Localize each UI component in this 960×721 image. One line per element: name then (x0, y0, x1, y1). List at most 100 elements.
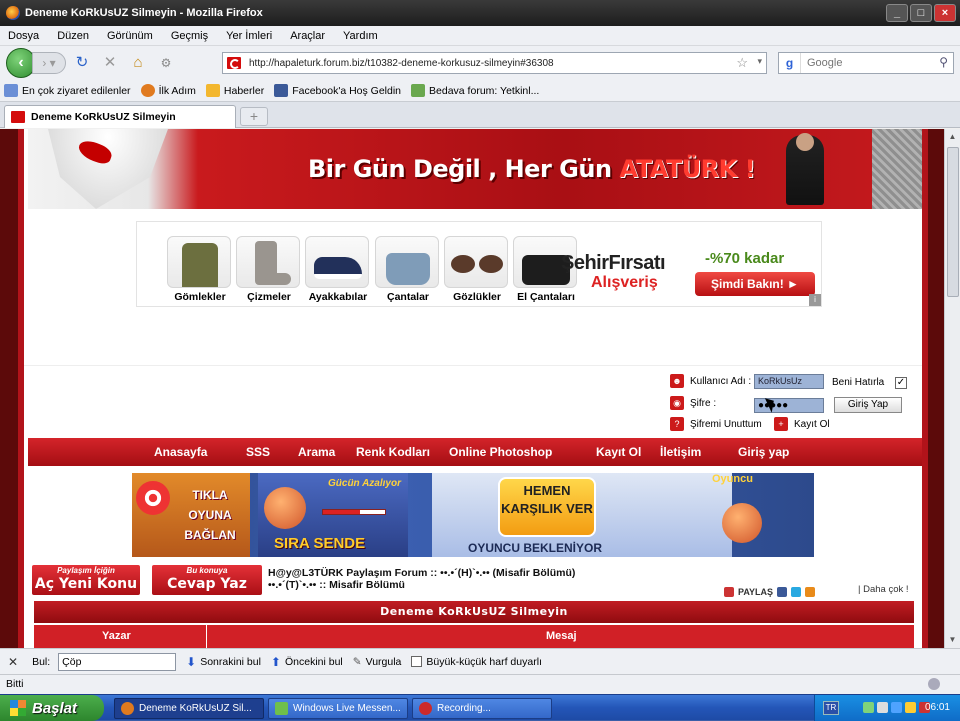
nav-search[interactable]: Arama (298, 445, 335, 459)
scrollbar-thumb[interactable] (947, 147, 959, 297)
scroll-up-icon[interactable]: ▲ (945, 129, 960, 145)
match-case-checkbox[interactable] (411, 656, 423, 667)
menu-help[interactable]: Yardım (343, 30, 378, 42)
tab-active[interactable]: Deneme KoRkUsUZ Silmeyin (4, 105, 236, 128)
minimize-button[interactable]: _ (886, 4, 908, 22)
find-input[interactable] (58, 652, 177, 671)
taskbar-messenger[interactable]: Windows Live Messen... (268, 698, 408, 719)
username-input[interactable]: KoRkUsUz (754, 374, 824, 389)
page-viewport: Bir Gün Değil , Her Gün ATATÜRK ! Gömlek… (0, 129, 944, 648)
game-ad-banner[interactable]: TIKLA OYUNA BAĞLAN Gücün Azalıyor SIRA S… (132, 473, 814, 557)
record-icon (419, 702, 432, 715)
menu-history[interactable]: Geçmiş (171, 30, 208, 42)
forgot-password-link[interactable]: Şifremi Unuttum (690, 419, 762, 430)
shopping-ad[interactable]: Gömlekler Çizmeler Ayakkabılar Çantalar … (136, 221, 822, 307)
nav-contact[interactable]: İletişim (660, 445, 701, 459)
stop-icon[interactable]: ✕ (98, 52, 122, 74)
menu-file[interactable]: Dosya (8, 30, 39, 42)
ad-cta-button[interactable]: Şimdi Bakın! ► (695, 272, 815, 296)
login-submit-button[interactable]: Giriş Yap (834, 397, 902, 413)
ad-info-icon[interactable]: i (809, 294, 821, 306)
nav-login[interactable]: Giriş yap (738, 445, 789, 459)
breadcrumb-forum[interactable]: H@y@L3TÜRK Paylaşım Forum :: ••.•´(H)`•.… (268, 567, 575, 579)
addon-icon[interactable]: ⚙ (154, 52, 178, 74)
share-icon (724, 587, 734, 597)
nav-color-codes[interactable]: Renk Kodları (356, 445, 430, 459)
vertical-scrollbar[interactable]: ▲ ▼ (944, 129, 960, 648)
share-button[interactable]: PAYLAŞ (724, 587, 816, 597)
game-ad-left-panel: TIKLA OYUNA BAĞLAN (132, 473, 250, 557)
reload-icon[interactable]: ↻ (70, 52, 94, 74)
bookmark-free-forum[interactable]: Bedava forum: Yetkinl... (411, 84, 539, 97)
messenger-tray-icon[interactable] (891, 702, 902, 713)
ad-item-glasses[interactable]: Gözlükler (444, 236, 510, 303)
register-icon: + (774, 417, 788, 431)
search-input[interactable] (801, 57, 921, 69)
header-banner: Bir Gün Değil , Her Gün ATATÜRK ! (28, 129, 922, 209)
site-favicon-icon (227, 57, 241, 69)
taskbar-recording[interactable]: Recording... (412, 698, 552, 719)
bookmark-most-visited[interactable]: En çok ziyaret edilenler (4, 84, 131, 97)
reply-button[interactable]: Bu konuya Cevap Yaz (152, 565, 262, 595)
menu-edit[interactable]: Düzen (57, 30, 89, 42)
url-text[interactable]: http://hapaleturk.forum.biz/t10382-denem… (249, 58, 554, 69)
tab-title: Deneme KoRkUsUZ Silmeyin (31, 111, 176, 123)
close-button[interactable]: × (934, 4, 956, 22)
network-icon[interactable] (863, 702, 874, 713)
highlight-button[interactable]: ✎ Vurgula (353, 656, 402, 668)
ad-item-bags[interactable]: Çantalar (375, 236, 441, 303)
menu-tools[interactable]: Araçlar (290, 30, 325, 42)
menu-view[interactable]: Görünüm (107, 30, 153, 42)
search-icon[interactable]: ⚲ (939, 55, 948, 69)
home-icon[interactable]: ⌂ (126, 52, 150, 74)
password-input[interactable]: ●●●●● (754, 398, 824, 413)
twitter-icon[interactable] (791, 587, 802, 597)
more-share-icon[interactable] (805, 587, 816, 597)
user-icon: ☻ (670, 374, 684, 388)
google-icon[interactable]: g (779, 53, 801, 73)
find-prev-button[interactable]: ⬆ Öncekini bul (271, 655, 343, 669)
url-dropdown-icon[interactable]: ▾ (757, 56, 762, 67)
facebook-icon (274, 84, 289, 97)
forward-button[interactable]: › ▾ (32, 52, 66, 74)
ad-item-shirts[interactable]: Gömlekler (167, 236, 233, 303)
status-bar: Bitti (0, 674, 960, 694)
bookmark-news[interactable]: Haberler (205, 84, 264, 97)
nav-faq[interactable]: SSS (246, 445, 270, 459)
scroll-down-icon[interactable]: ▼ (945, 632, 960, 648)
ad-item-boots[interactable]: Çizmeler (236, 236, 302, 303)
new-tab-button[interactable]: + (240, 107, 268, 126)
arrow-up-icon: ⬆ (270, 654, 281, 669)
menu-bookmarks[interactable]: Yer İmleri (226, 30, 272, 42)
maximize-button[interactable]: □ (910, 4, 932, 22)
close-find-icon[interactable]: ✕ (8, 655, 18, 669)
ad-item-shoes[interactable]: Ayakkabılar (305, 236, 371, 303)
volume-icon[interactable] (877, 702, 888, 713)
nav-register[interactable]: Kayıt Ol (596, 445, 641, 459)
security-icon[interactable] (905, 702, 916, 713)
bookmark-facebook[interactable]: Facebook'a Hoş Geldin (274, 84, 401, 97)
navigation-toolbar: ‹ › ▾ ↻ ✕ ⌂ ⚙ http://hapaleturk.forum.bi… (0, 46, 960, 80)
firefox-icon (6, 6, 20, 20)
breadcrumb-section[interactable]: ••.•´(T)`•.•• :: Misafir Bölümü (268, 579, 575, 591)
more-link[interactable]: | Daha çok ! (858, 584, 909, 595)
remember-checkbox[interactable]: ✓ (895, 377, 907, 389)
start-button[interactable]: Başlat (0, 695, 104, 721)
nav-online-photoshop[interactable]: Online Photoshop (449, 445, 552, 459)
game-ad-hemen-button[interactable]: HEMEN KARŞILIK VER (498, 477, 596, 537)
search-box[interactable]: g ⚲ (778, 52, 954, 74)
forum-page: Bir Gün Değil , Her Gün ATATÜRK ! Gömlek… (18, 129, 928, 648)
username-label: Kullanıcı Adı : (690, 375, 752, 387)
address-bar[interactable]: http://hapaleturk.forum.biz/t10382-denem… (222, 52, 767, 74)
register-link[interactable]: Kayıt Ol (794, 419, 830, 430)
bookmark-first-steps[interactable]: İlk Adım (140, 84, 196, 97)
find-next-button[interactable]: ⬇ Sonrakini bul (186, 655, 261, 669)
bookmark-star-icon[interactable]: ☆ (736, 55, 748, 71)
new-topic-button[interactable]: Paylaşım İçiğin Aç Yeni Konu (32, 565, 140, 595)
mascot-image (48, 129, 168, 209)
facebook-icon[interactable] (777, 587, 788, 597)
match-case-toggle[interactable]: Büyük-küçük harf duyarlı (411, 656, 542, 668)
taskbar-firefox[interactable]: Deneme KoRkUsUZ Sil... (114, 698, 264, 719)
nav-home[interactable]: Anasayfa (154, 445, 207, 459)
language-indicator[interactable]: TR (823, 701, 839, 715)
